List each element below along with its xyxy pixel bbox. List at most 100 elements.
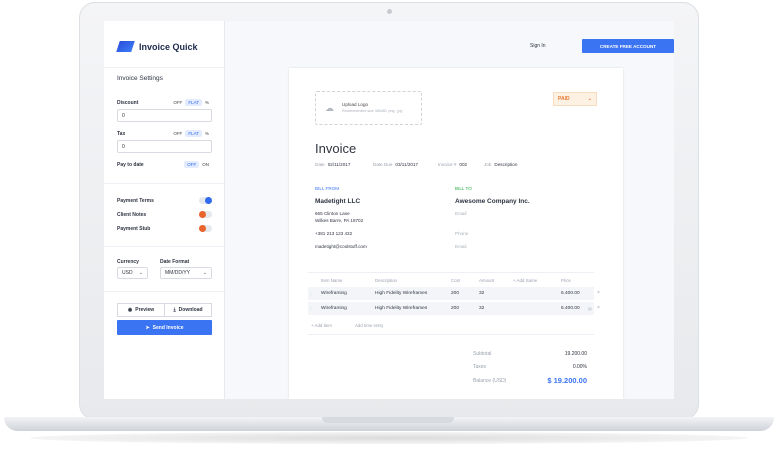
table-row[interactable]: ⋮ Wireframing High Fidelity Wireframes 2… (308, 302, 594, 315)
payment-stub-row: Payment Stub (117, 225, 212, 232)
tax-percent[interactable]: % (202, 130, 212, 137)
item-cost[interactable]: 200 (451, 306, 459, 311)
date-format-label: Date Format (160, 259, 190, 265)
item-amount[interactable]: 32 (479, 306, 484, 311)
pay-to-date-row: Pay to date OFF ON (117, 161, 212, 168)
discount-input[interactable]: 0 (117, 109, 212, 122)
to-phone-field[interactable]: Phone (455, 231, 468, 236)
upload-logo-dropzone[interactable]: ☁ Upload Logo Recommended size 380x80. p… (315, 91, 422, 125)
tax-off[interactable]: OFF (170, 130, 185, 137)
date-format-value: MM/DD/YY (165, 270, 190, 276)
item-name[interactable]: Wireframing (321, 306, 347, 311)
date-value: 02/11/2017 (327, 162, 351, 167)
download-icon: ⤓ (173, 307, 176, 313)
tax-flat[interactable]: FLAT (185, 130, 202, 137)
due-date-field[interactable]: Date Due 03/11/2017 (373, 162, 418, 167)
pay-to-date-off[interactable]: OFF (184, 161, 200, 168)
create-account-button[interactable]: CREATE FREE ACCOUNT (582, 39, 674, 53)
tax-input[interactable]: 0 (117, 140, 212, 153)
chevron-down-icon: ⌄ (202, 270, 207, 276)
col-amount: Amount (479, 278, 495, 283)
client-notes-toggle[interactable] (199, 211, 212, 218)
preview-label: Preview (135, 307, 155, 313)
invoice-number-value: 002 (459, 162, 468, 167)
close-icon[interactable]: × (597, 305, 600, 311)
currency-select[interactable]: USD ⌄ (117, 267, 148, 279)
add-time-entry-link[interactable]: Add time entry (355, 323, 383, 328)
to-email2-field[interactable]: Email (455, 244, 467, 249)
job-field[interactable]: Job Description (484, 162, 517, 167)
job-value: Description (494, 162, 518, 167)
from-company-name[interactable]: Madetight LLC (315, 198, 360, 205)
from-address-line2[interactable]: Wilkes Barre, PA 18702 (315, 218, 363, 223)
status-dropdown[interactable]: PAID ⌄ (553, 92, 597, 106)
send-invoice-button[interactable]: ➤ Send Invoice (117, 320, 212, 335)
item-name[interactable]: Wireframing (321, 291, 347, 296)
payment-terms-toggle[interactable] (199, 197, 212, 204)
col-cost: Cost (451, 278, 461, 283)
download-button[interactable]: ⤓ Download (164, 303, 212, 317)
discount-flat[interactable]: FLAT (185, 99, 202, 106)
taxes-label: Taxes (473, 364, 487, 370)
settings-icon[interactable]: ▤ (588, 306, 592, 311)
preview-button[interactable]: ◉ Preview (117, 303, 165, 317)
add-item-link[interactable]: + Add item (311, 323, 332, 328)
from-phone[interactable]: +381 213 123 432 (315, 231, 352, 236)
add-same-column[interactable]: + Add Same (513, 278, 537, 283)
item-description[interactable]: High Fidelity Wireframes (375, 291, 427, 296)
date-format-select[interactable]: MM/DD/YY ⌄ (160, 267, 212, 279)
to-email-field[interactable]: Email (455, 211, 467, 216)
item-cost[interactable]: 200 (451, 291, 459, 296)
logo-icon (116, 41, 135, 52)
discount-percent[interactable]: % (202, 99, 212, 106)
bill-from-label: BILL FROM (315, 186, 340, 191)
divider (104, 291, 225, 292)
subtotal-value: 19.200.00 (564, 351, 587, 357)
col-description: Description (375, 278, 397, 283)
pay-to-date-label: Pay to date (117, 161, 144, 168)
laptop-shadow (30, 432, 748, 444)
date-field[interactable]: Date 02/11/2017 (315, 162, 350, 167)
payment-stub-toggle[interactable] (199, 225, 212, 232)
table-row[interactable]: ⋮ Wireframing High Fidelity Wireframes 2… (308, 287, 594, 300)
download-label: Download (178, 307, 203, 313)
date-label: Date (315, 162, 325, 167)
discount-off[interactable]: OFF (170, 99, 185, 106)
cloud-upload-icon: ☁ (325, 103, 334, 113)
to-company-name[interactable]: Awesome Company Inc. (455, 198, 530, 205)
from-email[interactable]: madetight@coolstuff.com (315, 244, 367, 249)
balance-value: $ 19.200.00 (547, 376, 587, 385)
from-address-line1[interactable]: 665 Clinton Lane (315, 211, 350, 216)
invoice-paper: ☁ Upload Logo Recommended size 380x80. p… (289, 68, 623, 399)
client-notes-label: Client Notes (117, 211, 147, 218)
item-price: 6.400.00 (561, 291, 580, 296)
drag-handle-icon[interactable]: ⋮ (309, 306, 313, 311)
sidebar: Invoice Quick Invoice Settings Discount … (104, 21, 225, 399)
drag-handle-icon[interactable]: ⋮ (309, 291, 313, 296)
payment-stub-label: Payment Stub (117, 225, 151, 232)
invoice-title[interactable]: Invoice (315, 141, 356, 156)
balance-label: Balance (USD) (473, 378, 507, 384)
invoice-number-field[interactable]: Invoice #002 (438, 162, 467, 167)
pay-to-date-on[interactable]: ON (199, 161, 212, 168)
item-price: 6.400.00 (561, 306, 580, 311)
item-description[interactable]: High Fidelity Wireframes (375, 306, 427, 311)
sign-in-link[interactable]: Sign In (530, 43, 546, 49)
app-logo[interactable]: Invoice Quick (116, 41, 198, 52)
status-value: PAID (558, 96, 570, 102)
send-label: Send Invoice (152, 324, 184, 331)
close-icon[interactable]: × (597, 290, 600, 296)
tax-row: Tax OFF FLAT % (117, 130, 212, 137)
subtotal-label: Subtotal (473, 351, 492, 357)
discount-row: Discount OFF FLAT % (117, 99, 212, 106)
item-amount[interactable]: 32 (479, 291, 484, 296)
client-notes-row: Client Notes (117, 211, 212, 218)
divider (104, 67, 225, 68)
toggle-knob (199, 225, 206, 232)
upload-hint: Recommended size 380x80. png , jpg (342, 109, 403, 113)
job-label: Job (484, 162, 492, 167)
send-icon: ➤ (145, 324, 150, 331)
eye-icon: ◉ (127, 307, 133, 313)
invoice-number-label: Invoice # (438, 162, 457, 167)
app-name: Invoice Quick (139, 41, 198, 52)
